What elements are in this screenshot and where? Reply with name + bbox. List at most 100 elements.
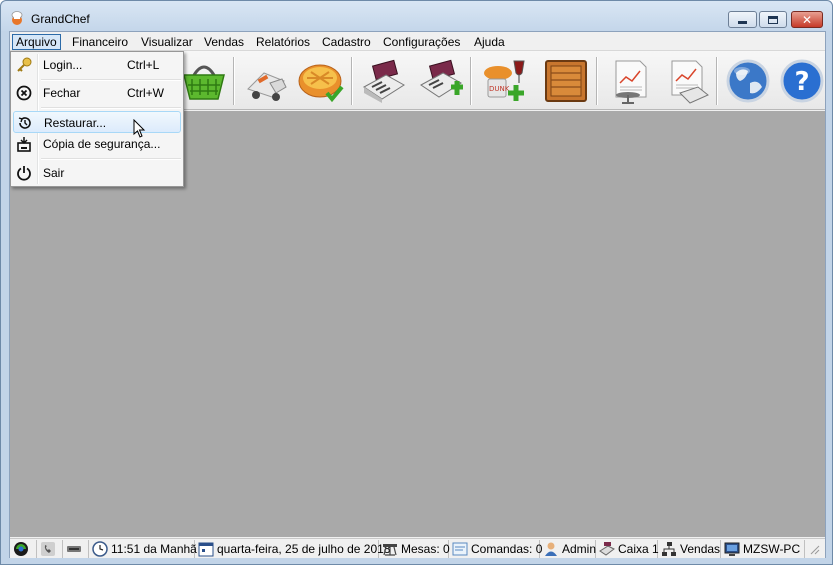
table-icon bbox=[383, 544, 397, 556]
order-ticket-icon bbox=[452, 542, 468, 556]
calendar-icon bbox=[198, 542, 214, 557]
close-circle-icon bbox=[16, 85, 32, 101]
delivery-truck-icon bbox=[247, 72, 287, 101]
user-icon bbox=[545, 542, 557, 556]
sales-basket-button[interactable] bbox=[178, 55, 230, 107]
website-button[interactable] bbox=[722, 55, 774, 107]
minimize-button[interactable] bbox=[728, 11, 757, 28]
status-mesas-text: Mesas: 0 bbox=[401, 542, 450, 556]
status-user: Admin bbox=[540, 540, 596, 558]
menu-item-label: Sair bbox=[43, 166, 65, 180]
menu-separator bbox=[41, 158, 181, 160]
phone-icon bbox=[41, 542, 55, 556]
menu-visualizar[interactable]: Visualizar bbox=[137, 34, 197, 50]
report-register-icon bbox=[671, 60, 709, 104]
status-bar: 11:51 da Manhã quarta-feira, 25 de julho… bbox=[10, 538, 825, 558]
menu-bar: Arquivo Financeiro Visualizar Vendas Rel… bbox=[10, 32, 825, 51]
backup-icon bbox=[17, 137, 31, 152]
menu-financeiro[interactable]: Financeiro bbox=[68, 34, 132, 50]
reports-button[interactable] bbox=[604, 55, 656, 107]
clock-icon bbox=[92, 541, 108, 557]
maximize-icon bbox=[768, 15, 778, 24]
status-phone bbox=[37, 540, 63, 558]
menu-arquivo[interactable]: Arquivo bbox=[12, 34, 61, 50]
toolbar-separator bbox=[716, 57, 718, 105]
status-computer: MZSW-PC bbox=[721, 540, 805, 558]
menu-separator bbox=[41, 79, 181, 81]
orders-button[interactable] bbox=[295, 55, 347, 107]
stock-button[interactable] bbox=[540, 55, 592, 107]
status-time: 11:51 da Manhã bbox=[89, 540, 197, 558]
menu-item-label: Cópia de segurança... bbox=[43, 137, 161, 151]
cash-register-icon bbox=[363, 59, 405, 103]
cash-register-small-icon bbox=[599, 542, 615, 556]
maximize-button[interactable] bbox=[759, 11, 787, 28]
report-table-icon bbox=[615, 60, 647, 104]
globe-icon bbox=[726, 59, 770, 103]
menu-item-label: Login... bbox=[43, 58, 83, 72]
menu-item-label: Fechar bbox=[43, 86, 81, 100]
menu-item-sair[interactable]: Sair bbox=[13, 162, 181, 184]
connection-status-icon bbox=[14, 542, 28, 556]
cash-reports-button[interactable] bbox=[660, 55, 712, 107]
status-mesas: Mesas: 0 bbox=[379, 540, 450, 558]
menu-item-restaurar[interactable]: Restaurar... bbox=[13, 111, 181, 133]
status-caixa-text: Caixa 1 bbox=[618, 542, 659, 556]
menu-relatorios[interactable]: Relatórios bbox=[252, 34, 314, 50]
shopping-basket-icon bbox=[183, 65, 225, 100]
menu-item-shortcut: Ctrl+L bbox=[127, 58, 160, 72]
menu-ajuda[interactable]: Ajuda bbox=[470, 34, 509, 50]
delivery-button[interactable] bbox=[240, 55, 292, 107]
menu-item-fechar[interactable]: Fechar Ctrl+W bbox=[13, 82, 181, 104]
printer-icon bbox=[67, 546, 81, 552]
menu-item-label: Restaurar... bbox=[44, 116, 107, 130]
status-date: quarta-feira, 25 de julho de 2018 bbox=[195, 540, 390, 558]
status-connection bbox=[10, 540, 37, 558]
toolbar-separator bbox=[596, 57, 598, 105]
toolbar-separator bbox=[351, 57, 353, 105]
resize-grip[interactable] bbox=[805, 540, 825, 558]
status-module-text: Vendas bbox=[680, 542, 721, 556]
menu-item-shortcut: Ctrl+W bbox=[127, 86, 164, 100]
cash-register-add-button[interactable] bbox=[415, 55, 467, 107]
app-window: GrandChef ✕ Arquivo Financeiro Visualiza… bbox=[0, 0, 833, 565]
window-title: GrandChef bbox=[31, 12, 90, 26]
mouse-cursor-icon bbox=[133, 119, 146, 138]
products-add-button[interactable]: DUNK bbox=[478, 55, 530, 107]
status-time-text: 11:51 da Manhã bbox=[111, 542, 197, 556]
power-icon bbox=[17, 166, 31, 181]
menu-item-copia-seguranca[interactable]: Cópia de segurança... bbox=[13, 133, 181, 155]
cash-register-add-icon bbox=[420, 59, 463, 98]
restore-history-icon bbox=[18, 117, 31, 129]
pie-check-icon bbox=[298, 64, 344, 103]
network-icon bbox=[662, 542, 676, 556]
menu-cadastro[interactable]: Cadastro bbox=[318, 34, 375, 50]
menu-item-login[interactable]: Login... Ctrl+L bbox=[13, 54, 181, 76]
wooden-crate-icon bbox=[545, 60, 587, 102]
status-module: Vendas bbox=[658, 540, 721, 558]
menu-separator bbox=[41, 107, 181, 109]
title-bar[interactable]: GrandChef ✕ bbox=[1, 1, 832, 31]
menu-configuracoes[interactable]: Configurações bbox=[379, 34, 464, 50]
close-button[interactable]: ✕ bbox=[791, 11, 823, 28]
toolbar-separator bbox=[233, 57, 235, 105]
status-caixa: Caixa 1 bbox=[596, 540, 659, 558]
help-button[interactable]: ? bbox=[776, 55, 828, 107]
file-menu-dropdown: Login... Ctrl+L Fechar Ctrl+W Restaurar.… bbox=[10, 51, 184, 187]
key-icon bbox=[17, 57, 32, 72]
toolbar-separator bbox=[470, 57, 472, 105]
minimize-icon bbox=[738, 21, 747, 24]
status-user-text: Admin bbox=[562, 542, 597, 556]
resize-grip-icon bbox=[810, 545, 820, 555]
svg-text:DUNK: DUNK bbox=[489, 85, 510, 93]
menu-vendas[interactable]: Vendas bbox=[200, 34, 248, 50]
status-comandas-text: Comandas: 0 bbox=[471, 542, 543, 556]
help-icon: ? bbox=[780, 59, 824, 103]
food-drink-add-icon: DUNK bbox=[484, 60, 525, 101]
close-icon: ✕ bbox=[801, 12, 813, 27]
chef-hat-logo-icon bbox=[11, 11, 23, 25]
status-computer-text: MZSW-PC bbox=[743, 542, 801, 556]
computer-icon bbox=[724, 542, 740, 556]
status-printer bbox=[63, 540, 89, 558]
cash-register-button[interactable] bbox=[358, 55, 410, 107]
